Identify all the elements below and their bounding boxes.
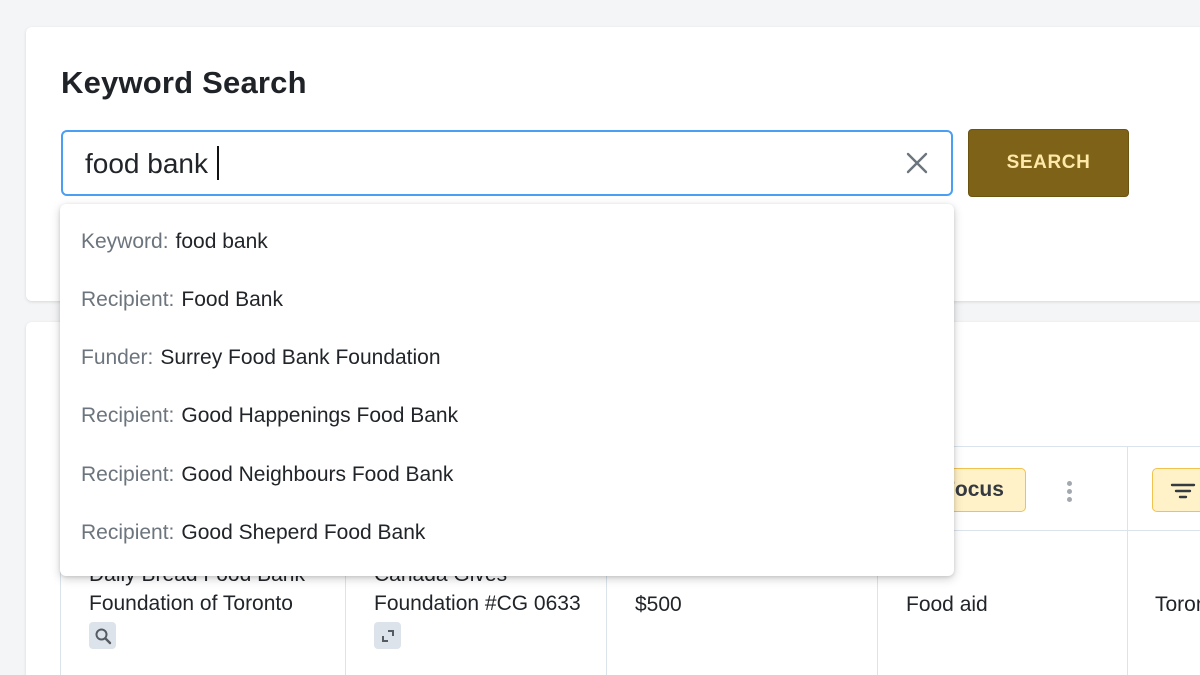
suggestion-item[interactable]: Recipient: Good Neighbours Food Bank <box>60 446 954 504</box>
suggestion-type: Recipient: <box>81 404 175 427</box>
suggestion-type: Recipient: <box>81 288 175 311</box>
search-title: Keyword Search <box>61 65 307 100</box>
suggestion-value: food bank <box>175 230 268 253</box>
city-cell: Toronto <box>1155 593 1200 616</box>
search-input-box[interactable] <box>61 130 953 196</box>
suggestion-item[interactable]: Keyword: food bank <box>60 213 954 271</box>
filter-button[interactable] <box>1152 468 1200 512</box>
clear-search-icon[interactable] <box>905 151 929 175</box>
autocomplete-dropdown: Keyword: food bank Recipient: Food Bank … <box>60 204 954 576</box>
suggestion-item[interactable]: Recipient: Food Bank <box>60 271 954 329</box>
suggestion-type: Keyword: <box>81 230 169 253</box>
search-icon[interactable] <box>89 622 116 649</box>
suggestion-value: Good Happenings Food Bank <box>181 404 459 427</box>
suggestion-value: Food Bank <box>181 288 283 311</box>
suggestion-value: Good Neighbours Food Bank <box>181 463 454 486</box>
suggestion-item[interactable]: Funder: Surrey Food Bank Foundation <box>60 329 954 387</box>
filter-icon <box>1170 483 1196 499</box>
col-divider <box>1127 446 1128 675</box>
funder-name-line2: Foundation #CG 0633 <box>374 592 581 615</box>
suggestion-item[interactable]: Recipient: Good Happenings Food Bank <box>60 387 954 445</box>
expand-icon[interactable] <box>374 622 401 649</box>
text-cursor <box>217 146 219 180</box>
suggestion-type: Recipient: <box>81 521 175 544</box>
recipient-name-line2: Foundation of Toronto <box>89 592 293 615</box>
suggestion-type: Recipient: <box>81 463 175 486</box>
suggestion-item[interactable]: Recipient: Good Sheperd Food Bank <box>60 504 954 562</box>
page: Keyword Search SEARCH Focus Daily Bread … <box>0 0 1200 675</box>
suggestion-value: Good Sheperd Food Bank <box>181 521 426 544</box>
focus-cell: Food aid <box>906 593 988 616</box>
search-button[interactable]: SEARCH <box>968 129 1129 197</box>
column-menu-icon[interactable] <box>1062 478 1076 508</box>
amount-cell: $500 <box>635 593 682 616</box>
search-input[interactable] <box>85 146 865 182</box>
suggestion-type: Funder: <box>81 346 154 369</box>
suggestion-value: Surrey Food Bank Foundation <box>160 346 441 369</box>
